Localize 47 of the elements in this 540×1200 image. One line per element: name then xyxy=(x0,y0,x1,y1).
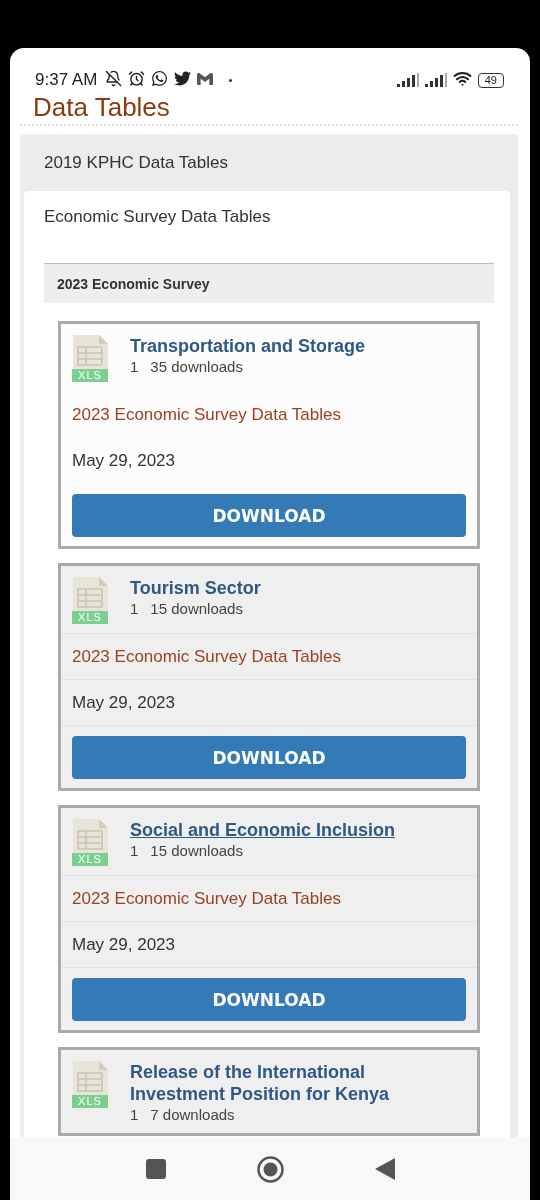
document-title-link[interactable]: Social and Economic Inclusion xyxy=(130,819,396,841)
wifi-icon xyxy=(452,69,472,88)
spreadsheet-file-icon xyxy=(72,819,108,855)
page-title: Data Tables xyxy=(32,91,171,122)
file-type-label: XLS xyxy=(72,1095,108,1108)
category-link[interactable]: 2023 Economic Survey Data Tables xyxy=(72,392,466,437)
date-text: May 29, 2023 xyxy=(72,692,176,714)
accordion-header[interactable]: 2019 KPHC Data Tables xyxy=(24,134,510,191)
download-button[interactable]: DOWNLOAD xyxy=(72,494,466,537)
bell-off-icon xyxy=(105,70,123,87)
file-type-label: XLS xyxy=(72,611,108,624)
document-title-link[interactable]: Release of the International Investment Position for Kenya xyxy=(130,1061,400,1105)
version-number: 1 xyxy=(130,841,139,860)
signal-icon xyxy=(396,73,419,87)
download-count: 15 downloads xyxy=(150,599,243,618)
bird-icon xyxy=(174,70,192,87)
version-number: 1 xyxy=(130,1105,139,1124)
file-type-label: XLS xyxy=(72,853,108,866)
category-link[interactable]: 2023 Economic Survey Data Tables xyxy=(72,634,466,679)
signal-icon xyxy=(424,73,447,87)
spreadsheet-file-icon xyxy=(72,577,108,613)
file-type-label: XLS xyxy=(72,369,108,382)
alarm-clock-icon xyxy=(128,70,146,87)
spreadsheet-file-icon xyxy=(72,335,108,371)
status-time: 9:37 AM xyxy=(35,70,98,90)
download-count: 35 downloads xyxy=(150,357,243,376)
date-text: May 29, 2023 xyxy=(72,450,176,472)
back-icon[interactable] xyxy=(374,1158,395,1180)
version-number: 1 xyxy=(130,599,139,618)
download-count: 7 downloads xyxy=(150,1105,235,1124)
document-title-link[interactable]: Tourism Sector xyxy=(130,577,261,599)
spreadsheet-file-icon xyxy=(72,1061,108,1097)
chat-bubble-icon xyxy=(151,70,169,87)
document-title-link[interactable]: Transportation and Storage xyxy=(130,335,366,357)
recents-icon[interactable] xyxy=(145,1159,166,1179)
version-number: 1 xyxy=(130,357,139,376)
category-link[interactable]: 2023 Economic Survey Data Tables xyxy=(72,876,466,921)
section-header: 2023 Economic Survey xyxy=(44,263,494,303)
date-text: May 29, 2023 xyxy=(72,934,176,956)
battery-indicator: 49 xyxy=(477,73,504,88)
mail-icon xyxy=(197,71,214,87)
notification-dot xyxy=(229,79,233,82)
home-icon[interactable] xyxy=(256,1155,284,1183)
accordion-header[interactable]: Economic Survey Data Tables xyxy=(24,191,510,243)
download-count: 15 downloads xyxy=(150,841,243,860)
download-button[interactable]: DOWNLOAD xyxy=(72,978,466,1021)
download-button[interactable]: DOWNLOAD xyxy=(72,736,466,779)
